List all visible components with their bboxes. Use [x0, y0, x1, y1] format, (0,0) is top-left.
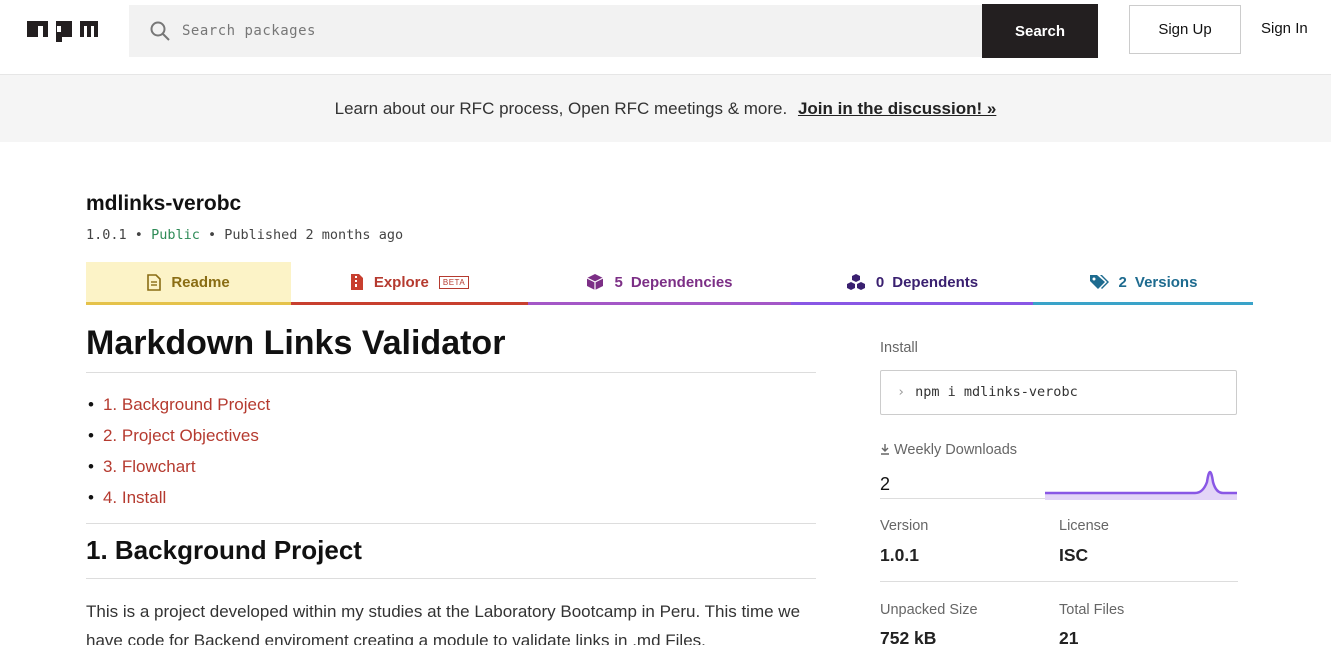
total-files-value: 21 [1059, 628, 1079, 645]
tab-dependents[interactable]: 0 Dependents [791, 262, 1033, 305]
tab-versions[interactable]: 2 Versions [1033, 262, 1253, 305]
divider [86, 578, 816, 579]
list-item: 2. Project Objectives [86, 420, 270, 451]
license-value: ISC [1059, 545, 1089, 565]
weekly-downloads-label-row: Weekly Downloads [880, 442, 1017, 458]
meta-separator: • [207, 227, 217, 243]
package-visibility: Public [151, 227, 200, 243]
search-input[interactable] [182, 5, 962, 57]
search-button[interactable]: Search [982, 4, 1098, 58]
downloads-sparkline [1045, 470, 1237, 500]
sign-in-link[interactable]: Sign In [1261, 20, 1308, 37]
divider [86, 372, 816, 373]
dependents-count: 0 [875, 273, 885, 291]
file-zip-icon [350, 274, 363, 290]
chevron-right-icon: › [897, 384, 906, 400]
version-value: 1.0.1 [880, 545, 919, 565]
box-icon [587, 274, 604, 290]
tab-readme[interactable]: Readme [86, 262, 291, 305]
weekly-downloads-count: 2 [880, 474, 891, 494]
npm-logo[interactable] [27, 21, 98, 42]
toc-link[interactable]: 2. Project Objectives [103, 426, 259, 445]
meta-separator: • [134, 227, 143, 243]
license-label: License [1059, 518, 1109, 534]
unpacked-size-label: Unpacked Size [880, 602, 978, 618]
tab-explore-label: Explore [373, 273, 429, 291]
package-version: 1.0.1 [86, 227, 127, 243]
search-icon [150, 21, 170, 41]
list-item: 1. Background Project [86, 389, 270, 420]
install-command-box[interactable]: › npm i mdlinks-verobc [880, 370, 1237, 415]
banner-text: Learn about our RFC process, Open RFC me… [334, 99, 788, 118]
tab-dependents-label: Dependents [892, 273, 979, 291]
list-item: 4. Install [86, 482, 270, 513]
dependencies-count: 5 [614, 273, 623, 291]
tab-explore[interactable]: Explore BETA [291, 262, 528, 305]
version-label: Version [880, 518, 929, 534]
versions-count: 2 [1118, 273, 1127, 291]
top-header: Search Sign Up Sign In [0, 0, 1331, 75]
document-icon [147, 273, 162, 291]
package-meta: 1.0.1 • Public • Published 2 months ago [86, 227, 403, 243]
download-icon [881, 444, 889, 455]
unpacked-size-value: 752 kB [880, 628, 937, 645]
weekly-downloads-label: Weekly Downloads [894, 442, 1018, 458]
toc-link[interactable]: 3. Flowchart [103, 457, 196, 476]
readme-title: Markdown Links Validator [86, 324, 506, 362]
package-name: mdlinks-verobc [86, 192, 242, 215]
section-heading: 1. Background Project [86, 535, 362, 565]
tab-versions-label: Versions [1134, 273, 1198, 291]
install-label: Install [880, 340, 918, 356]
tags-icon [1089, 275, 1109, 289]
package-published: Published 2 months ago [224, 227, 404, 243]
beta-badge: BETA [438, 275, 470, 289]
table-of-contents: 1. Background Project 2. Project Objecti… [86, 389, 270, 513]
list-item: 3. Flowchart [86, 451, 270, 482]
toc-link[interactable]: 1. Background Project [103, 395, 270, 414]
install-command: npm i mdlinks-verobc [915, 384, 1078, 400]
tab-dependencies[interactable]: 5 Dependencies [528, 262, 791, 305]
readme-paragraph: This is a project developed within my st… [86, 602, 801, 645]
boxes-icon [846, 274, 865, 290]
package-tabs: Readme Explore BETA 5 Dependencies 0 Dep… [86, 262, 1253, 305]
search-box [129, 5, 982, 57]
sign-up-button[interactable]: Sign Up [1129, 5, 1241, 54]
rfc-banner: Learn about our RFC process, Open RFC me… [0, 75, 1331, 142]
total-files-label: Total Files [1059, 602, 1125, 618]
divider [880, 581, 1238, 582]
divider [86, 523, 816, 524]
toc-link[interactable]: 4. Install [103, 488, 166, 507]
banner-link[interactable]: Join in the discussion! » [798, 99, 996, 118]
tab-dependencies-label: Dependencies [630, 273, 733, 291]
tab-readme-label: Readme [171, 273, 230, 291]
